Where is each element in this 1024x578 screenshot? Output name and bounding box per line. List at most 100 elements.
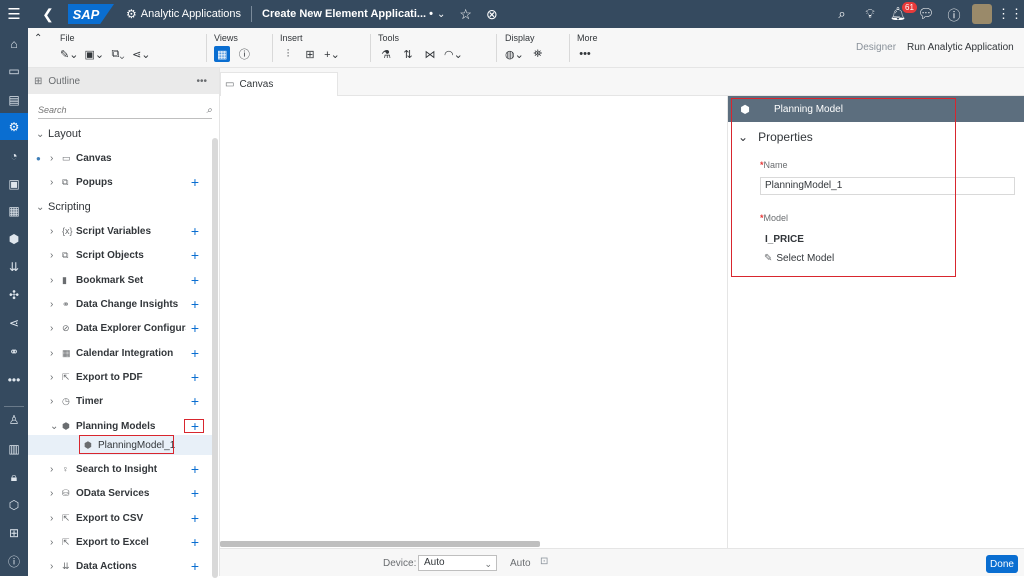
back-icon[interactable]: ❮ [38,6,58,23]
tree-item-calendar-integration[interactable]: › ▦ Calendar Integration + [50,343,236,363]
product-switch-icon[interactable]: ⋮⋮ [996,0,1024,28]
sap-logo[interactable]: SAP [68,4,114,24]
chevron-right-icon[interactable]: › [50,250,62,261]
digital-boardroom-icon[interactable]: ▣ [0,170,28,197]
chevron-right-icon[interactable]: › [50,372,62,383]
tree-item-script-variables[interactable]: › {x} Script Variables + [50,221,236,241]
search-input[interactable] [38,105,188,115]
chevron-right-icon[interactable]: › [50,537,62,548]
avatar[interactable] [972,4,992,24]
designer-button[interactable]: Designer [856,42,896,53]
chevron-right-icon[interactable]: › [50,226,62,237]
more-icon[interactable]: ••• [577,46,593,62]
chevron-right-icon[interactable]: › [50,153,62,164]
tree-section-layout[interactable]: ⌄ Layout [36,124,222,144]
copy-icon[interactable]: ⧉⌄ [110,46,126,62]
theme-icon[interactable]: ◍⌄ [505,46,524,62]
info-icon[interactable]: ⓘ [0,548,28,575]
add-icon[interactable]: + [188,345,202,361]
outline-view-icon[interactable]: ▦ [214,46,231,62]
star-icon[interactable]: ☆ [459,6,472,23]
add-icon[interactable]: + [188,534,202,550]
info-view-icon[interactable]: ⓘ [236,46,252,62]
tree-item-data-actions[interactable]: › ⇊ Data Actions + [50,556,236,576]
cancel-icon[interactable]: ⊗ [486,6,498,23]
save-icon[interactable]: ▣⌄ [84,46,104,62]
run-app-button[interactable]: Run Analytic Application [907,42,1014,53]
tree-item-data-explorer[interactable]: › ⊘ Data Explorer Configurat + [50,318,236,338]
catalog-icon[interactable]: ▥ [0,435,28,462]
add-icon[interactable]: + [188,296,202,312]
chevron-right-icon[interactable]: › [50,396,62,407]
add-icon[interactable]: + [188,247,202,263]
tree-item-popups[interactable]: › ⧉ Popups + [50,172,236,192]
tab-canvas[interactable]: ▭ Canvas [220,72,338,96]
system-icon[interactable]: ⊞ [0,519,28,546]
datasets-icon[interactable]: ▦ [0,197,28,224]
table-icon[interactable]: ⊞ [302,46,318,62]
analytic-applications-icon[interactable]: ⚙ [0,113,28,140]
add-icon[interactable]: + [188,485,202,501]
help-icon[interactable]: ⓘ [940,0,968,28]
deployment-icon[interactable]: ⬡ [0,491,28,518]
chevron-right-icon[interactable]: › [50,513,62,524]
tree-section-scripting[interactable]: ⌄ Scripting [36,197,222,217]
add-icon[interactable]: + [188,223,202,239]
chevron-right-icon[interactable]: › [50,464,62,475]
modeler-icon[interactable]: ⬢ [0,225,28,252]
menu-icon[interactable]: ☰ [0,0,28,28]
chevron-right-icon[interactable]: › [50,275,62,286]
add-icon[interactable]: + [188,369,202,385]
add-popup-icon[interactable]: + [188,174,202,190]
files-icon[interactable]: ▭ [0,57,28,84]
performance-icon[interactable]: ◠⌄ [444,46,463,62]
format-icon[interactable]: ⚗ [378,46,394,62]
add-icon[interactable]: + [188,272,202,288]
tree-item-data-change-insights[interactable]: › ⚭ Data Change Insights + [50,294,236,314]
horizontal-scrollbar[interactable] [220,541,540,547]
chevron-down-icon[interactable]: ⌄ [437,9,445,20]
tree-item-timer[interactable]: › ◷ Timer + [50,391,236,411]
tree-item-canvas[interactable]: ● › ▭ Canvas [36,148,222,168]
chevron-up-icon[interactable]: ⌃ [34,33,42,44]
edit-icon[interactable]: ✎⌄ [60,46,78,62]
add-icon[interactable]: + [188,393,202,409]
css-icon[interactable]: ⛯ [530,46,546,62]
outline-search[interactable]: ⌕ [38,105,212,119]
notifications-icon[interactable]: 🔔︎ 61 [884,0,917,28]
tree-item-export-csv[interactable]: › ⇱ Export to CSV + [50,508,236,528]
chevron-down-icon[interactable]: ⌄ [50,421,62,432]
add-icon[interactable]: + [188,558,202,574]
insights-icon[interactable]: ◔ [0,142,28,169]
tree-item-export-pdf[interactable]: › ⇱ Export to PDF + [50,367,236,387]
lightbulb-icon[interactable]: 💡︎ [856,0,884,28]
more-icon[interactable]: ••• [196,76,207,87]
add-icon[interactable]: + [188,320,202,336]
tree-item-bookmark-set[interactable]: › ▮ Bookmark Set + [50,270,236,290]
users-icon[interactable]: ♙ [0,406,28,433]
add-icon[interactable]: + [188,461,202,477]
data-actions-icon[interactable]: ⇊ [0,253,28,280]
chevron-right-icon[interactable]: › [50,488,62,499]
more-icon[interactable]: ••• [0,366,28,393]
done-button[interactable]: Done [986,555,1018,573]
security-icon[interactable]: 🔒︎ [0,464,28,491]
conditional-icon[interactable]: ⇅ [400,46,416,62]
share-icon[interactable]: ⋖⌄ [132,46,150,62]
chevron-right-icon[interactable]: › [50,323,62,334]
add-icon[interactable]: +⌄ [324,46,340,62]
tree-item-search-to-insight[interactable]: › ♀ Search to Insight + [50,459,236,479]
canvas-area[interactable] [220,96,727,548]
home-icon[interactable]: ⌂ [0,30,28,57]
search-icon[interactable]: ⌕ [206,105,212,116]
chevron-right-icon[interactable]: › [50,561,62,572]
chevron-down-icon[interactable]: ⌄ [36,129,48,140]
document-title[interactable]: Create New Element Applicati... • [262,8,433,20]
explorer-icon[interactable]: ⚭ [0,338,28,365]
chevron-right-icon[interactable]: › [50,299,62,310]
device-select[interactable]: Auto ⌄ [418,555,497,571]
chevron-right-icon[interactable]: › [50,177,62,188]
tree-item-odata-services[interactable]: › ⛁ OData Services + [50,483,236,503]
planning-icon[interactable]: ✣ [0,281,28,308]
add-icon[interactable]: + [188,510,202,526]
